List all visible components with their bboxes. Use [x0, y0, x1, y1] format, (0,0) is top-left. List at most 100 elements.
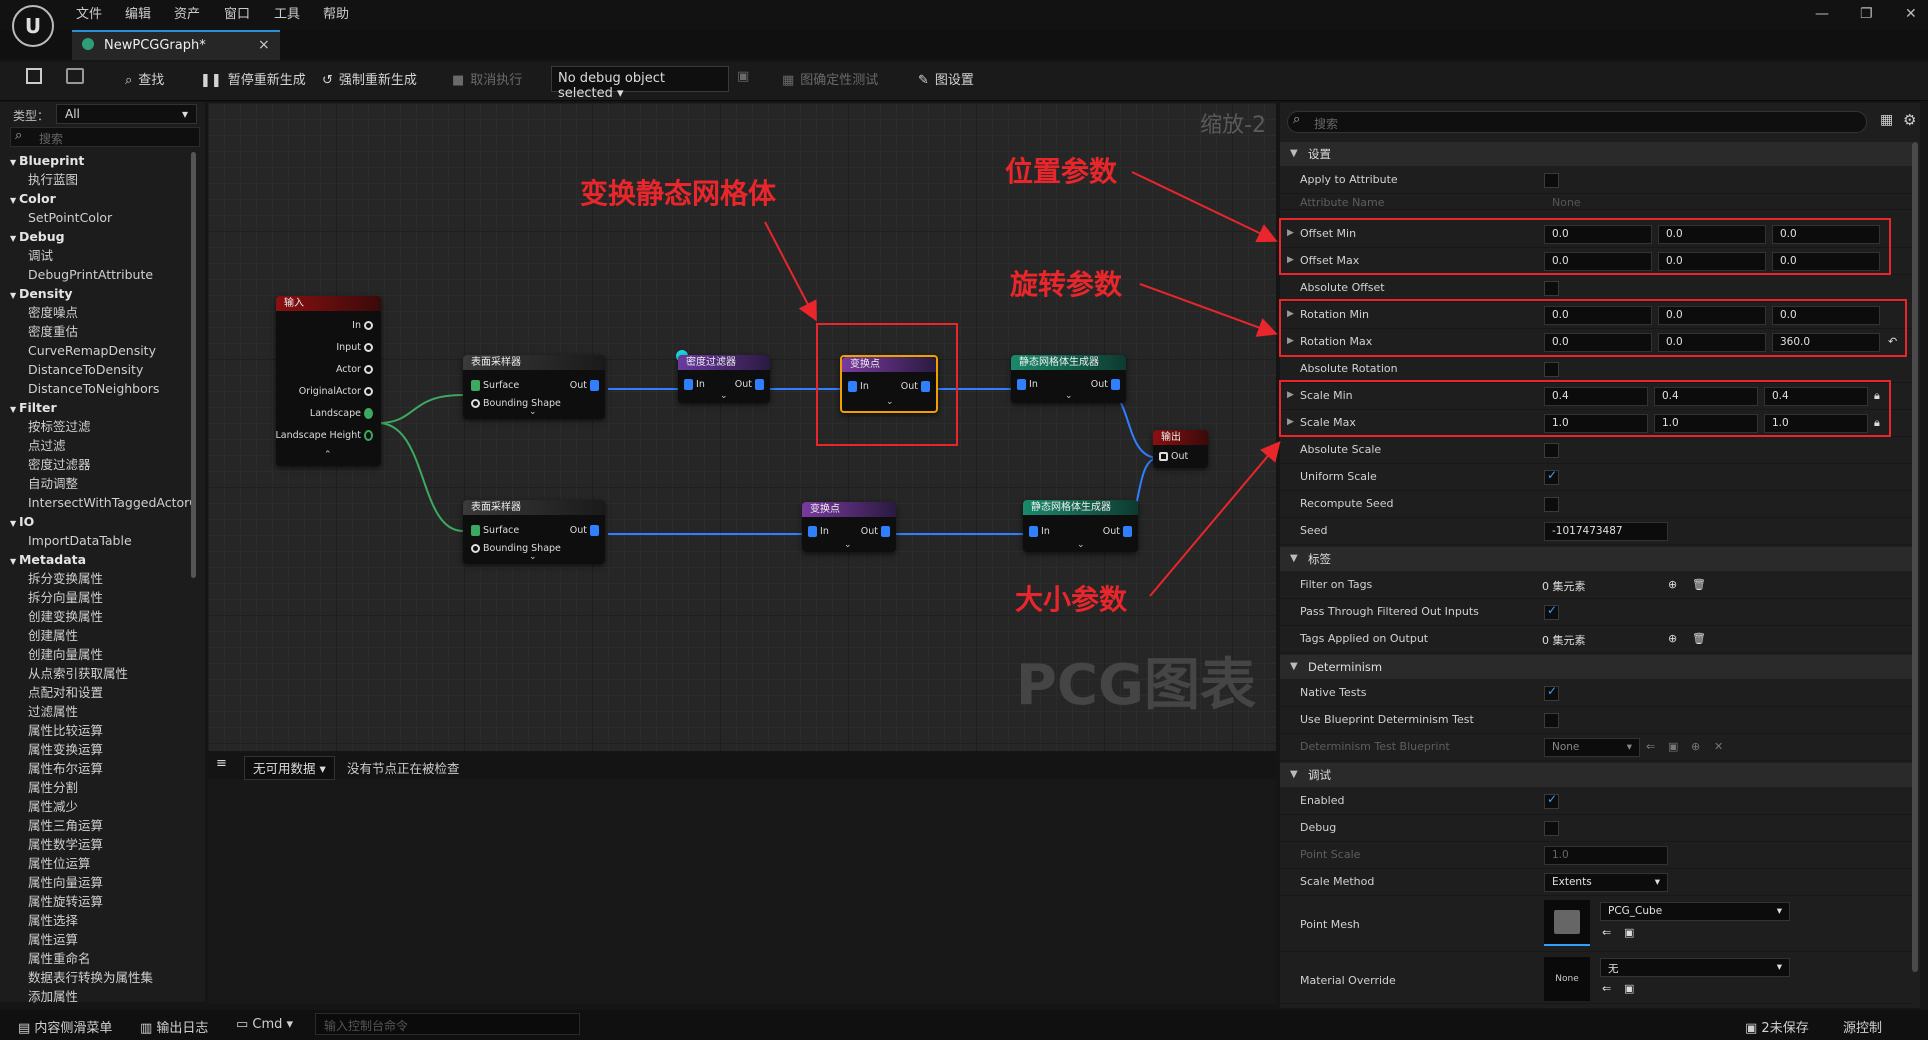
pin-in[interactable]: In — [1017, 379, 1038, 390]
palette-item[interactable]: 拆分变换属性 — [10, 569, 195, 588]
palette-item[interactable]: IntersectWithTaggedActorG — [10, 493, 195, 512]
pin-out[interactable]: Out — [570, 380, 599, 391]
gear-icon[interactable]: ⚙ — [1903, 111, 1916, 129]
filter-icon[interactable]: ≡ — [216, 756, 227, 771]
palette-item[interactable]: 属性变换运算 — [10, 740, 195, 759]
pin-landscape-height[interactable]: Landscape Height — [276, 430, 373, 441]
minimize-button[interactable]: — — [1815, 6, 1829, 22]
palette-category[interactable]: ▼ Density — [10, 284, 195, 303]
palette-item[interactable]: 创建变换属性 — [10, 607, 195, 626]
palette-category[interactable]: ▼ IO — [10, 512, 195, 531]
material-thumbnail[interactable]: None — [1544, 957, 1590, 1001]
absolute-scale-checkbox[interactable] — [1544, 443, 1559, 458]
console-command-input[interactable]: 输入控制台命令 — [315, 1013, 580, 1035]
palette-item[interactable]: 点配对和设置 — [10, 683, 195, 702]
pin-surface[interactable]: Surface — [471, 525, 519, 536]
debug-object-select[interactable]: No debug object selected ▾ — [551, 66, 729, 101]
absolute-rotation-checkbox[interactable] — [1544, 362, 1559, 377]
grid-view-icon[interactable]: ▦ — [1880, 112, 1893, 128]
menu-file[interactable]: 文件 — [76, 3, 102, 22]
palette-item[interactable]: 过滤属性 — [10, 702, 195, 721]
cmd-select[interactable]: ▭ Cmd ▾ — [236, 1017, 293, 1032]
absolute-offset-checkbox[interactable] — [1544, 281, 1559, 296]
recompute-seed-checkbox[interactable] — [1544, 497, 1559, 512]
details-search-input[interactable]: 搜索 — [1287, 111, 1867, 133]
transform-points-node-2[interactable]: 变换点 In Out ⌄ — [802, 502, 896, 552]
palette-item[interactable]: 点过滤 — [10, 436, 195, 455]
palette-item[interactable]: 属性分割 — [10, 778, 195, 797]
palette-search-input[interactable]: 搜索 — [10, 127, 200, 147]
menu-asset[interactable]: 资产 — [174, 3, 200, 22]
palette-item[interactable]: CurveRemapDensity — [10, 341, 195, 360]
palette-item[interactable]: 属性比较运算 — [10, 721, 195, 740]
menu-help[interactable]: 帮助 — [323, 3, 349, 22]
debug-browse-icon[interactable]: ▣ — [737, 69, 749, 84]
uniform-scale-checkbox[interactable] — [1544, 468, 1559, 485]
native-tests-checkbox[interactable] — [1544, 684, 1559, 701]
point-mesh-select[interactable]: PCG_Cube ▾ — [1600, 902, 1790, 921]
palette-category[interactable]: ▼ Blueprint — [10, 151, 195, 170]
static-mesh-spawner-node-1[interactable]: 静态网格体生成器 In Out ⌄ — [1011, 355, 1126, 403]
palette-item[interactable]: 创建向量属性 — [10, 645, 195, 664]
expand-icon[interactable]: ⌄ — [529, 407, 537, 417]
point-scale-input[interactable]: 1.0 — [1544, 846, 1668, 865]
palette-item[interactable]: 自动调整 — [10, 474, 195, 493]
pin-out[interactable]: Out — [570, 525, 599, 536]
tab-close-icon[interactable]: × — [258, 37, 270, 53]
palette-item[interactable]: 属性运算 — [10, 930, 195, 949]
surface-sampler-node-2[interactable]: 表面采样器 Surface Bounding Shape Out ⌄ — [463, 500, 605, 564]
density-filter-node[interactable]: 密度过滤器 In Out ⌄ — [678, 355, 770, 403]
palette-item[interactable]: 属性旋转运算 — [10, 892, 195, 911]
pin-bounding-shape[interactable]: Bounding Shape — [471, 398, 561, 409]
palette-item[interactable]: 属性布尔运算 — [10, 759, 195, 778]
type-filter-select[interactable]: All ▾ — [56, 104, 197, 124]
debug-checkbox[interactable] — [1544, 821, 1559, 836]
pin-surface[interactable]: Surface — [471, 380, 519, 391]
palette-item[interactable]: 执行蓝图 — [10, 170, 195, 189]
pin-in[interactable]: In — [1029, 526, 1050, 537]
det-test-bp-select[interactable]: None ▾ — [1544, 738, 1640, 757]
palette-item[interactable]: 数据表行转换为属性集 — [10, 968, 195, 987]
palette-item[interactable]: 添加属性 — [10, 987, 195, 1006]
menu-edit[interactable]: 编辑 — [125, 3, 151, 22]
graph-settings-button[interactable]: ✎ 图设置 — [918, 69, 974, 88]
surface-sampler-node-1[interactable]: 表面采样器 Surface Bounding Shape Out ⌄ — [463, 355, 605, 419]
unsaved-button[interactable]: ▣ 2未保存 — [1745, 1017, 1809, 1036]
expand-icon[interactable]: ⌄ — [844, 540, 852, 550]
collapse-icon[interactable]: ⌃ — [324, 450, 332, 460]
browse-icon[interactable] — [66, 68, 84, 84]
pin-in[interactable]: In — [808, 526, 829, 537]
palette-item[interactable]: 属性选择 — [10, 911, 195, 930]
content-drawer-button[interactable]: ▤ 内容侧滑菜单 — [18, 1017, 112, 1036]
input-node[interactable]: 输入 In Input Actor OriginalActor Landscap… — [276, 296, 381, 466]
menu-tools[interactable]: 工具 — [274, 3, 300, 22]
palette-category[interactable]: ▼ Debug — [10, 227, 195, 246]
use-selected-icon[interactable]: ⇐ — [1602, 982, 1611, 995]
browse-icon[interactable]: ▣ — [1624, 982, 1634, 995]
pin-actor[interactable]: Actor — [336, 364, 373, 375]
find-button[interactable]: ⌕ 查找 — [125, 69, 164, 88]
use-selected-icon[interactable]: ⇐ — [1646, 740, 1655, 753]
palette-item[interactable]: 属性三角运算 — [10, 816, 195, 835]
unreal-logo-icon[interactable]: U — [12, 5, 54, 47]
pin-in[interactable]: In — [684, 379, 705, 390]
palette-item[interactable]: 属性向量运算 — [10, 873, 195, 892]
palette-item[interactable]: 密度噪点 — [10, 303, 195, 322]
output-node[interactable]: 输出 Out — [1153, 430, 1208, 468]
add-icon[interactable]: ⊕ — [1668, 578, 1677, 591]
expand-icon[interactable]: ⌄ — [1077, 540, 1085, 550]
palette-category[interactable]: ▼ Metadata — [10, 550, 195, 569]
palette-item[interactable]: DistanceToDensity — [10, 360, 195, 379]
palette-item[interactable]: 属性数学运算 — [10, 835, 195, 854]
use-bp-test-checkbox[interactable] — [1544, 713, 1559, 728]
tab-newpcggraph[interactable]: NewPCGGraph* × — [72, 30, 280, 60]
scale-method-select[interactable]: Extents ▾ — [1544, 873, 1668, 892]
pin-in[interactable]: In — [352, 320, 373, 331]
pin-original-actor[interactable]: OriginalActor — [299, 386, 373, 397]
use-selected-icon[interactable]: ⇐ — [1602, 926, 1611, 939]
expand-icon[interactable]: ⌄ — [1065, 391, 1073, 401]
browse-icon[interactable]: ▣ — [1624, 926, 1634, 939]
output-log-button[interactable]: ▥ 输出日志 — [140, 1017, 208, 1036]
determinism-test-button[interactable]: ▦ 图确定性测试 — [782, 69, 878, 88]
palette-item[interactable]: 从点索引获取属性 — [10, 664, 195, 683]
